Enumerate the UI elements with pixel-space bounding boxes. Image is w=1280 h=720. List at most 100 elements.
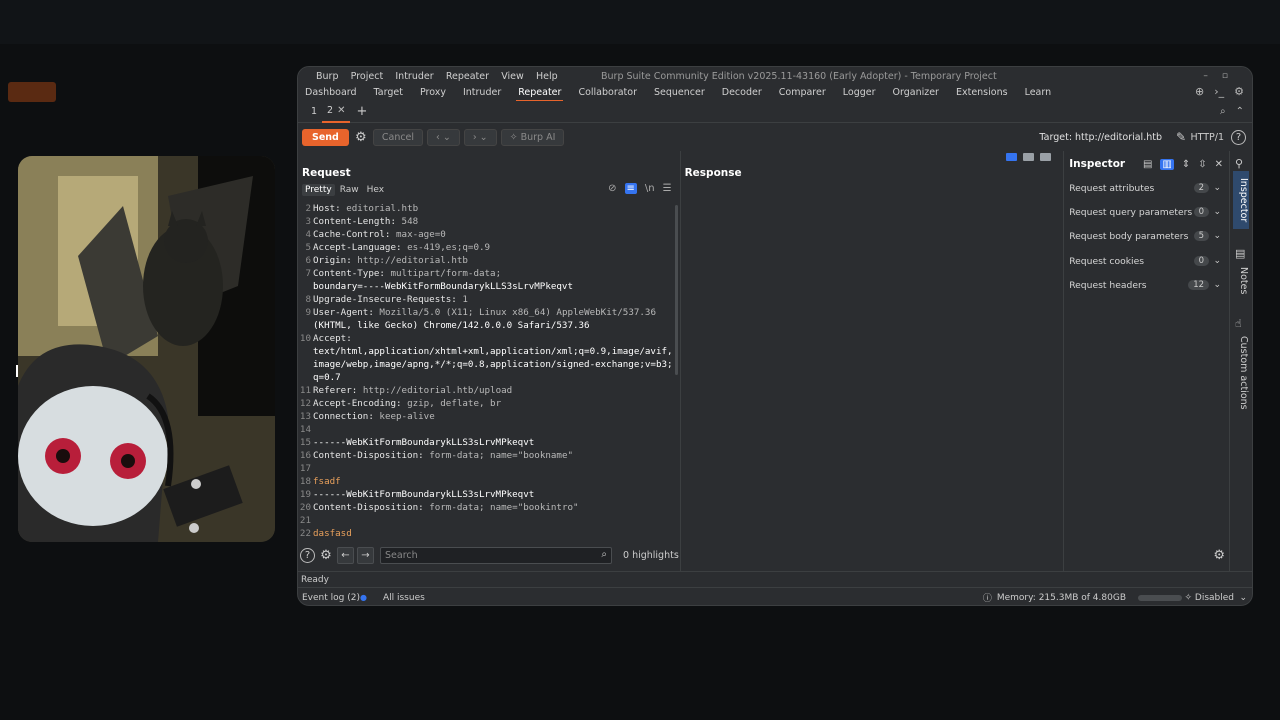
line-number: 17 bbox=[299, 463, 311, 474]
line-number: 20 bbox=[299, 502, 311, 513]
menu-help[interactable]: Help bbox=[536, 71, 558, 82]
tab-comparer[interactable]: Comparer bbox=[779, 85, 826, 101]
request-editor[interactable]: 2 Host: editorial.htb 3 Content-Length: 548… bbox=[298, 202, 672, 538]
editor-line: (KHTML, like Gecko) Chrome/142.0.0.0 Saf… bbox=[298, 319, 672, 332]
tab-logger[interactable]: Logger bbox=[843, 85, 876, 101]
ai-status[interactable]: ✧ Disabled bbox=[1184, 593, 1234, 603]
line-value: 548 bbox=[401, 216, 419, 227]
view-tab-hex[interactable]: Hex bbox=[364, 184, 387, 196]
tab-sequencer[interactable]: Sequencer bbox=[654, 85, 705, 101]
title-bar: Burp Project Intruder Repeater View Help… bbox=[298, 67, 1252, 85]
background-menubar bbox=[0, 0, 1280, 22]
forward-button[interactable]: › ⌄ bbox=[463, 128, 497, 146]
close-tab-icon[interactable]: ✕ bbox=[337, 105, 345, 116]
chevron-down-icon[interactable]: ⌄ bbox=[1239, 593, 1247, 603]
send-settings-gear-icon[interactable]: ⚙ bbox=[353, 130, 369, 145]
inspector-row-body-params[interactable]: Request body parameters 5 ⌄ bbox=[1069, 226, 1223, 246]
inspector-row-label: Request attributes bbox=[1069, 182, 1155, 194]
tab-dashboard[interactable]: Dashboard bbox=[305, 85, 357, 101]
previous-match-button[interactable]: ← bbox=[337, 546, 354, 564]
menu-repeater[interactable]: Repeater bbox=[446, 71, 489, 82]
tab-repeater[interactable]: Repeater bbox=[516, 85, 564, 102]
side-tab-notes[interactable]: Notes bbox=[1233, 261, 1249, 301]
search-settings-gear-icon[interactable]: ⚙ bbox=[318, 548, 334, 563]
menu-icon[interactable]: ☰ bbox=[663, 183, 672, 194]
notes-icon: ▤ bbox=[1235, 247, 1246, 260]
tab-extensions[interactable]: Extensions bbox=[956, 85, 1008, 101]
tab-learn[interactable]: Learn bbox=[1025, 85, 1052, 101]
inspector-row-count: 5 bbox=[1193, 231, 1210, 241]
close-inspector-icon[interactable]: ✕ bbox=[1215, 159, 1223, 170]
menu-intruder[interactable]: Intruder bbox=[395, 71, 433, 82]
repeater-subtabs: 1 2 ✕ + ⌕ ⌃ bbox=[298, 101, 1252, 123]
header-separator: : bbox=[368, 307, 380, 318]
collapse-icon[interactable]: ⌃ bbox=[1236, 106, 1244, 117]
tab-proxy[interactable]: Proxy bbox=[420, 85, 446, 101]
header-name: Connection bbox=[313, 411, 369, 422]
inspector-layout-icon[interactable]: ▤ bbox=[1143, 159, 1152, 170]
http-version[interactable]: HTTP/1 bbox=[1190, 132, 1224, 143]
main-tabs: Dashboard Target Proxy Intruder Repeater… bbox=[298, 85, 1252, 102]
side-tab-custom-actions[interactable]: Custom actions bbox=[1233, 333, 1249, 413]
background-toolbar bbox=[0, 22, 1280, 44]
header-separator: : bbox=[368, 411, 380, 422]
line-value: 1 bbox=[462, 294, 468, 305]
maximize-icon[interactable]: ▫ bbox=[1222, 71, 1228, 81]
inspector-layout-active-icon[interactable]: ▥ bbox=[1160, 158, 1174, 170]
hide-eye-icon[interactable]: ⊘ bbox=[608, 183, 616, 194]
settings-gear-icon[interactable]: ⚙ bbox=[1234, 85, 1244, 98]
terminal-icon[interactable]: ›_ bbox=[1214, 85, 1224, 98]
side-tab-inspector[interactable]: Inspector bbox=[1233, 171, 1250, 229]
help-icon[interactable]: ? bbox=[1231, 129, 1246, 145]
inspector-row-attributes[interactable]: Request attributes 2 ⌄ bbox=[1069, 178, 1223, 198]
next-match-button[interactable]: → bbox=[357, 546, 374, 564]
burp-ai-button[interactable]: ✧ Burp AI bbox=[500, 128, 565, 146]
inspector-row-cookies[interactable]: Request cookies 0 ⌄ bbox=[1069, 251, 1223, 271]
help-circle-icon[interactable]: ? bbox=[300, 547, 315, 563]
inspector-row-label: Request headers bbox=[1069, 279, 1147, 291]
view-tab-raw[interactable]: Raw bbox=[337, 184, 362, 196]
editor-scrollbar[interactable] bbox=[674, 205, 678, 375]
editor-line: 18 fsadf bbox=[298, 475, 672, 488]
layout-side-by-side-icon[interactable] bbox=[1006, 153, 1018, 161]
repeater-tab-2[interactable]: 2 ✕ bbox=[322, 101, 351, 123]
inspector-settings-gear-icon[interactable]: ⚙ bbox=[1213, 548, 1225, 563]
minimize-icon[interactable]: – bbox=[1203, 71, 1208, 81]
newline-toggle[interactable]: \n bbox=[645, 183, 655, 194]
tab-intruder[interactable]: Intruder bbox=[463, 85, 501, 101]
tab-collaborator[interactable]: Collaborator bbox=[578, 85, 637, 101]
menu-burp[interactable]: Burp bbox=[316, 71, 338, 82]
inspector-row-count: 0 bbox=[1193, 256, 1210, 266]
repeater-tab-1[interactable]: 1 bbox=[306, 101, 322, 123]
tab-decoder[interactable]: Decoder bbox=[722, 85, 762, 101]
send-button[interactable]: Send bbox=[302, 128, 349, 146]
menu-project[interactable]: Project bbox=[351, 71, 384, 82]
view-tab-pretty[interactable]: Pretty bbox=[302, 184, 335, 196]
tab-target[interactable]: Target bbox=[374, 85, 403, 101]
menu-view[interactable]: View bbox=[501, 71, 524, 82]
request-title: Request bbox=[302, 167, 351, 179]
editor-line: q=0.7 bbox=[298, 371, 672, 384]
event-log-link[interactable]: Event log (2)● bbox=[302, 593, 367, 603]
wrap-lines-icon[interactable]: ≡ bbox=[624, 183, 637, 194]
all-issues-link[interactable]: All issues bbox=[383, 593, 425, 603]
expand-all-icon[interactable]: ⇕ bbox=[1182, 159, 1190, 170]
search-icon[interactable]: ⌕ bbox=[1220, 106, 1226, 117]
layout-stacked-icon[interactable] bbox=[1023, 153, 1035, 161]
back-button[interactable]: ‹ ⌄ bbox=[427, 128, 460, 146]
globe-icon[interactable]: ⊕ bbox=[1195, 85, 1204, 98]
header-separator: : bbox=[418, 450, 430, 461]
search-input[interactable] bbox=[381, 547, 611, 563]
cancel-button[interactable]: Cancel bbox=[372, 128, 424, 146]
add-tab-icon[interactable]: + bbox=[356, 104, 367, 119]
collapse-all-icon[interactable]: ⇳ bbox=[1198, 159, 1206, 170]
inspector-row-headers[interactable]: Request headers 12 ⌄ bbox=[1069, 275, 1223, 295]
line-value: http://editorial.htb/upload bbox=[362, 385, 513, 396]
edit-target-icon[interactable]: ✎ bbox=[1176, 130, 1186, 144]
header-separator: : bbox=[395, 398, 408, 409]
inspector-row-query-params[interactable]: Request query parameters 0 ⌄ bbox=[1069, 202, 1223, 222]
editor-line: 10 Accept: bbox=[298, 332, 672, 345]
layout-tabs-icon[interactable] bbox=[1040, 153, 1052, 161]
response-title: Response bbox=[684, 167, 742, 179]
tab-organizer[interactable]: Organizer bbox=[893, 85, 939, 101]
